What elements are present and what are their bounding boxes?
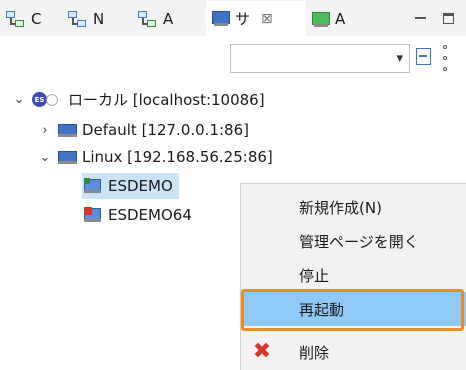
tree-node-linux[interactable]: ⌄ Linux [192.168.56.25:86] (38, 144, 273, 170)
tab-label: C (31, 10, 42, 28)
menu-item-label: 削除 (299, 343, 330, 362)
tab-server-view[interactable]: サ ⊠ (206, 1, 306, 36)
es-globe-icon: ES (32, 90, 62, 108)
tree-item-label: Linux [192.168.56.25:86] (82, 148, 273, 166)
maximize-button[interactable] (438, 8, 458, 28)
server-icon (58, 150, 77, 164)
tab-label: サ (235, 10, 251, 28)
tab-n[interactable]: N (68, 4, 104, 34)
filter-combo[interactable]: ▾ (230, 44, 410, 73)
expand-chevron-icon[interactable]: › (38, 123, 52, 138)
instance-stopped-icon (84, 207, 102, 223)
menu-item-restart[interactable]: 再起動 (241, 292, 466, 326)
view-menu-button[interactable] (441, 45, 449, 71)
hierarchy-icon (68, 11, 88, 27)
server-icon (58, 123, 77, 137)
menu-item-stop[interactable]: 停止 (241, 258, 466, 292)
server-monitor-icon (212, 11, 230, 26)
minimize-icon (414, 17, 426, 19)
instance-running-icon (84, 178, 102, 194)
tree-item-label: ローカル [localhost:10086] (68, 90, 265, 109)
maximize-icon (442, 12, 454, 24)
minimize-button[interactable] (410, 8, 430, 28)
delete-x-icon: ✖ (252, 339, 272, 364)
tree-instance-esdemo64[interactable]: ESDEMO64 (84, 202, 192, 228)
menu-item-label: 停止 (299, 266, 330, 285)
hierarchy-icon (6, 11, 26, 27)
collapse-chevron-icon[interactable]: ⌄ (12, 92, 26, 107)
tree-item-label: Default [127.0.0.1:86] (82, 121, 249, 139)
menu-item-label: 管理ページを開く (299, 232, 419, 251)
tree-item-label: ESDEMO (108, 177, 173, 195)
tree-root-local[interactable]: ⌄ ES ローカル [localhost:10086] (12, 86, 265, 112)
context-menu: 新規作成(N) 管理ページを開く 停止 再起動 ✖ 削除 (240, 183, 466, 370)
menu-item-new[interactable]: 新規作成(N) (241, 190, 466, 224)
tab-label: A (335, 10, 346, 28)
tab-label: A (163, 10, 174, 28)
menu-item-delete[interactable]: ✖ 削除 (241, 335, 466, 369)
tab-a[interactable]: A (138, 4, 173, 34)
menu-item-label: 再起動 (299, 300, 345, 319)
close-icon[interactable]: ⊠ (261, 11, 273, 27)
tab-a-2[interactable]: A (312, 4, 345, 34)
collapse-all-button[interactable] (415, 47, 432, 67)
tree-node-default[interactable]: › Default [127.0.0.1:86] (38, 117, 249, 143)
tree-instance-esdemo[interactable]: ESDEMO (82, 173, 179, 199)
view-tab-bar: C N A サ ⊠ A (0, 0, 466, 36)
tab-c[interactable]: C (6, 4, 41, 34)
chevron-down-icon[interactable]: ▾ (396, 51, 403, 66)
menu-item-open-admin-page[interactable]: 管理ページを開く (241, 224, 466, 258)
collapse-chevron-icon[interactable]: ⌄ (38, 150, 52, 165)
menu-item-label: 新規作成(N) (299, 198, 382, 217)
tab-label: N (93, 10, 105, 28)
monitor-green-icon (312, 11, 330, 27)
tree-item-label: ESDEMO64 (108, 206, 192, 224)
hierarchy-icon (138, 11, 158, 27)
